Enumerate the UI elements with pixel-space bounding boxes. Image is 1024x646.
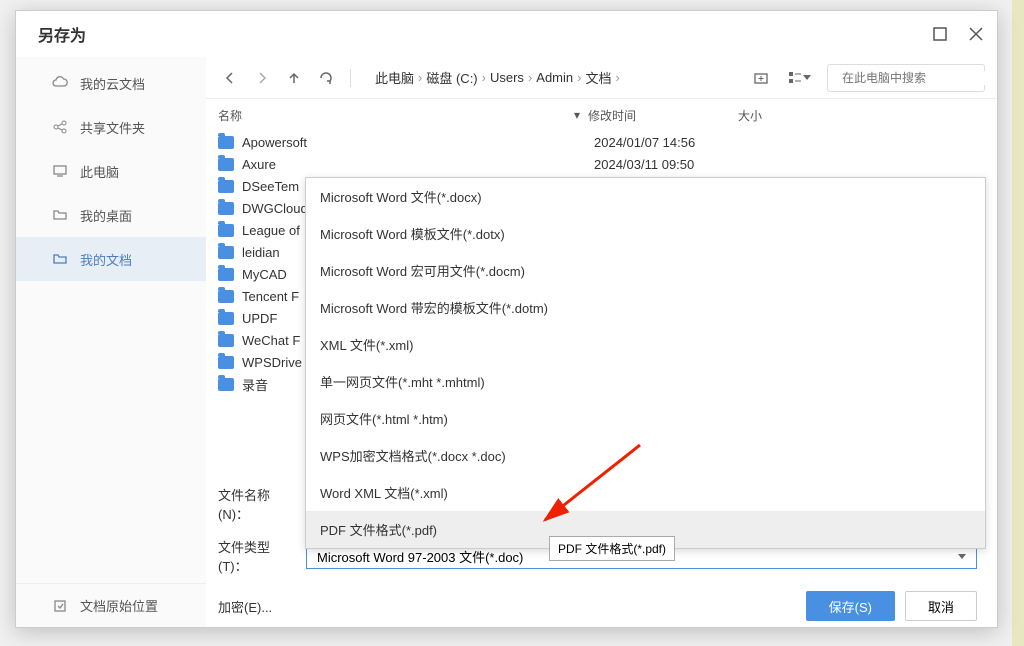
new-folder-button[interactable]	[749, 66, 773, 90]
maximize-button[interactable]	[931, 25, 949, 43]
crumb[interactable]: Admin	[536, 70, 573, 85]
dropdown-item[interactable]: 网页文件(*.html *.htm)	[306, 400, 985, 437]
restore-icon	[52, 598, 68, 614]
sidebar-label: 此电脑	[80, 162, 119, 181]
sort-indicator[interactable]: ▾	[574, 108, 588, 122]
folder-icon	[218, 180, 234, 193]
file-date: 2024/01/07 14:56	[594, 135, 744, 150]
dropdown-item[interactable]: 单一网页文件(*.mht *.mhtml)	[306, 363, 985, 400]
folder-icon	[52, 251, 68, 267]
folder-icon	[218, 290, 234, 303]
filetype-dropdown: Microsoft Word 文件(*.docx)Microsoft Word …	[305, 177, 986, 549]
cloud-icon	[52, 75, 68, 91]
save-button[interactable]: 保存(S)	[806, 591, 895, 621]
share-icon	[52, 119, 68, 135]
folder-icon	[218, 202, 234, 215]
back-button[interactable]	[218, 66, 242, 90]
col-date[interactable]: 修改时间	[588, 107, 738, 124]
tooltip: PDF 文件格式(*.pdf)	[549, 536, 675, 561]
sidebar-item-pc[interactable]: 此电脑	[16, 149, 206, 193]
forward-button[interactable]	[250, 66, 274, 90]
dropdown-item[interactable]: Microsoft Word 宏可用文件(*.docm)	[306, 252, 985, 289]
file-name: Axure	[242, 157, 594, 172]
folder-icon	[218, 334, 234, 347]
view-button[interactable]	[787, 66, 811, 90]
sidebar-label: 我的桌面	[80, 206, 132, 225]
sidebar-label: 文档原始位置	[80, 596, 158, 615]
sidebar-label: 我的文档	[80, 250, 132, 269]
cancel-button[interactable]: 取消	[905, 591, 977, 621]
column-headers: 名称 ▾ 修改时间 大小	[206, 99, 997, 131]
dropdown-item[interactable]: Microsoft Word 模板文件(*.dotx)	[306, 215, 985, 252]
crumb[interactable]: 文档	[585, 68, 611, 87]
sidebar-item-share[interactable]: 共享文件夹	[16, 105, 206, 149]
dialog-title: 另存为	[28, 22, 931, 46]
folder-icon	[52, 207, 68, 223]
folder-icon	[218, 378, 234, 391]
crumb[interactable]: 磁盘 (C:)	[426, 68, 477, 87]
sidebar-label: 我的云文档	[80, 74, 145, 93]
crumb[interactable]: Users	[490, 70, 524, 85]
search-box[interactable]	[827, 64, 985, 92]
table-row[interactable]: Apowersoft2024/01/07 14:56	[206, 131, 997, 153]
folder-icon	[218, 356, 234, 369]
sidebar-label: 共享文件夹	[80, 118, 145, 137]
folder-icon	[218, 224, 234, 237]
dropdown-item[interactable]: Microsoft Word 带宏的模板文件(*.dotm)	[306, 289, 985, 326]
dropdown-item[interactable]: XML 文件(*.xml)	[306, 326, 985, 363]
up-button[interactable]	[282, 66, 306, 90]
dropdown-item[interactable]: Word XML 文档(*.xml)	[306, 474, 985, 511]
chevron-down-icon	[958, 554, 966, 559]
sidebar-item-original[interactable]: 文档原始位置	[16, 583, 206, 627]
folder-icon	[218, 312, 234, 325]
col-size[interactable]: 大小	[738, 107, 985, 124]
sidebar-item-cloud[interactable]: 我的云文档	[16, 61, 206, 105]
file-date: 2024/03/11 09:50	[594, 157, 744, 172]
encrypt-button[interactable]: 加密(E)...	[218, 597, 272, 616]
refresh-button[interactable]	[314, 66, 338, 90]
sidebar: 我的云文档 共享文件夹 此电脑 我的桌面 我的文档 文档原始位置	[16, 57, 206, 627]
close-button[interactable]	[967, 25, 985, 43]
dropdown-item[interactable]: Microsoft Word 文件(*.docx)	[306, 178, 985, 215]
titlebar: 另存为	[16, 11, 997, 57]
monitor-icon	[52, 163, 68, 179]
toolbar: 此电脑› 磁盘 (C:)› Users› Admin› 文档›	[206, 57, 997, 99]
file-name: Apowersoft	[242, 135, 594, 150]
sidebar-item-documents[interactable]: 我的文档	[16, 237, 206, 281]
folder-icon	[218, 246, 234, 259]
search-input[interactable]	[842, 71, 997, 85]
folder-icon	[218, 136, 234, 149]
sidebar-item-desktop[interactable]: 我的桌面	[16, 193, 206, 237]
filename-label: 文件名称(N)：	[218, 485, 294, 523]
chevron-down-icon	[803, 75, 811, 80]
crumb[interactable]: 此电脑	[375, 68, 414, 87]
table-row[interactable]: Axure2024/03/11 09:50	[206, 153, 997, 175]
breadcrumb: 此电脑› 磁盘 (C:)› Users› Admin› 文档›	[375, 68, 741, 87]
col-name[interactable]: 名称	[218, 107, 574, 124]
dropdown-item[interactable]: WPS加密文档格式(*.docx *.doc)	[306, 437, 985, 474]
folder-icon	[218, 158, 234, 171]
filetype-value: Microsoft Word 97-2003 文件(*.doc)	[317, 547, 523, 566]
folder-icon	[218, 268, 234, 281]
filetype-label: 文件类型(T)：	[218, 537, 294, 575]
